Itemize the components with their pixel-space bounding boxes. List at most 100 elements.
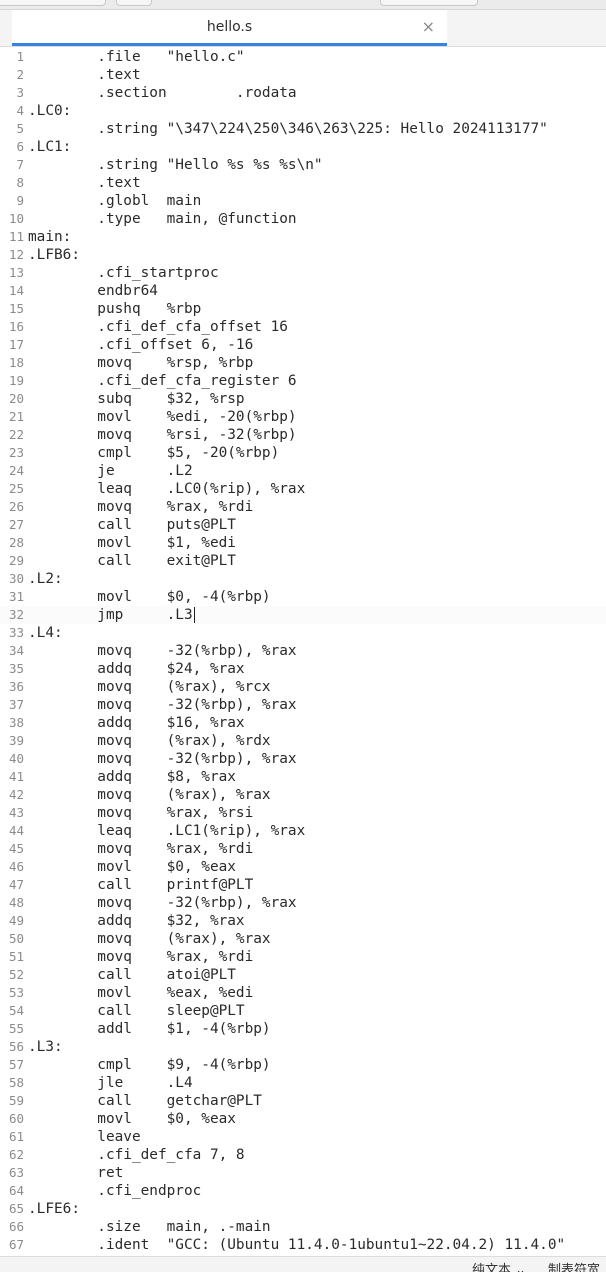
code-line[interactable]: 25 leaq .LC0(%rip), %rax xyxy=(0,480,606,498)
code-line[interactable]: 48 movq -32(%rbp), %rax xyxy=(0,894,606,912)
code-text[interactable]: movl $0, -4(%rbp) xyxy=(28,588,270,606)
code-text[interactable]: leaq .LC1(%rip), %rax xyxy=(28,822,305,840)
code-line[interactable]: 18 movq %rsp, %rbp xyxy=(0,354,606,372)
code-line[interactable]: 44 leaq .LC1(%rip), %rax xyxy=(0,822,606,840)
code-line[interactable]: 40 movq -32(%rbp), %rax xyxy=(0,750,606,768)
code-text[interactable]: cmpl $5, -20(%rbp) xyxy=(28,444,279,462)
toolbar-button-cutoff[interactable] xyxy=(0,0,106,6)
code-text[interactable]: movq (%rax), %rdx xyxy=(28,732,270,750)
code-text[interactable]: leaq .LC0(%rip), %rax xyxy=(28,480,305,498)
code-line[interactable]: 20 subq $32, %rsp xyxy=(0,390,606,408)
code-line[interactable]: 49 addq $32, %rax xyxy=(0,912,606,930)
code-editor[interactable]: 1 .file "hello.c" 2 .text 3 .section .roda… xyxy=(0,47,606,1256)
code-text[interactable]: movq %rax, %rdi xyxy=(28,948,253,966)
code-line[interactable]: 26 movq %rax, %rdi xyxy=(0,498,606,516)
code-line[interactable]: 11 main: xyxy=(0,228,606,246)
code-text[interactable]: .cfi_offset 6, -16 xyxy=(28,336,253,354)
code-text[interactable]: addq $32, %rax xyxy=(28,912,244,930)
code-line[interactable]: 39 movq (%rax), %rdx xyxy=(0,732,606,750)
code-text[interactable]: call atoi@PLT xyxy=(28,966,236,984)
code-line[interactable]: 51 movq %rax, %rdi xyxy=(0,948,606,966)
code-line[interactable]: 50 movq (%rax), %rax xyxy=(0,930,606,948)
code-line[interactable]: 1 .file "hello.c" xyxy=(0,48,606,66)
code-line[interactable]: 41 addq $8, %rax xyxy=(0,768,606,786)
tab-width-selector[interactable]: 制表符宽 xyxy=(548,1259,600,1272)
code-text[interactable]: jmp .L3 xyxy=(28,606,192,624)
code-line[interactable]: 31 movl $0, -4(%rbp) xyxy=(0,588,606,606)
close-icon[interactable]: × xyxy=(422,17,435,36)
code-line[interactable]: 60 movl $0, %eax xyxy=(0,1110,606,1128)
code-line[interactable]: 54 call sleep@PLT xyxy=(0,1002,606,1020)
code-line[interactable]: 43 movq %rax, %rsi xyxy=(0,804,606,822)
code-line[interactable]: 63 ret xyxy=(0,1164,606,1182)
code-text[interactable]: movl %eax, %edi xyxy=(28,984,253,1002)
code-text[interactable]: .ident "GCC: (Ubuntu 11.4.0-1ubuntu1~22.… xyxy=(28,1236,565,1254)
code-line[interactable]: 14 endbr64 xyxy=(0,282,606,300)
tab-hello-s[interactable]: hello.s × xyxy=(12,10,447,46)
code-line[interactable]: 65 .LFE6: xyxy=(0,1200,606,1218)
toolbar-button-cutoff[interactable] xyxy=(116,0,152,6)
code-text[interactable]: movl $0, %eax xyxy=(28,858,236,876)
code-line[interactable]: 57 cmpl $9, -4(%rbp) xyxy=(0,1056,606,1074)
code-text[interactable]: movq (%rax), %rax xyxy=(28,786,270,804)
code-line[interactable]: 4 .LC0: xyxy=(0,102,606,120)
code-text[interactable]: cmpl $9, -4(%rbp) xyxy=(28,1056,270,1074)
code-line[interactable]: 55 addl $1, -4(%rbp) xyxy=(0,1020,606,1038)
code-text[interactable]: je .L2 xyxy=(28,462,192,480)
code-line[interactable]: 10 .type main, @function xyxy=(0,210,606,228)
code-text[interactable]: call puts@PLT xyxy=(28,516,236,534)
code-text[interactable]: .cfi_endproc xyxy=(28,1182,201,1200)
code-line[interactable]: 2 .text xyxy=(0,66,606,84)
code-text[interactable]: movq -32(%rbp), %rax xyxy=(28,894,296,912)
code-line[interactable]: 30 .L2: xyxy=(0,570,606,588)
code-text[interactable]: movl $1, %edi xyxy=(28,534,236,552)
toolbar-button-cutoff[interactable] xyxy=(380,0,478,6)
code-text[interactable]: ret xyxy=(28,1164,123,1182)
code-text[interactable]: jle .L4 xyxy=(28,1074,192,1092)
code-line[interactable]: 59 call getchar@PLT xyxy=(0,1092,606,1110)
code-text[interactable]: movq (%rax), %rcx xyxy=(28,678,270,696)
code-text[interactable]: .cfi_def_cfa_register 6 xyxy=(28,372,296,390)
code-line[interactable]: 53 movl %eax, %edi xyxy=(0,984,606,1002)
code-line[interactable]: 8 .text xyxy=(0,174,606,192)
code-line[interactable]: 34 movq -32(%rbp), %rax xyxy=(0,642,606,660)
code-text[interactable]: addq $16, %rax xyxy=(28,714,244,732)
code-text[interactable]: movq (%rax), %rax xyxy=(28,930,270,948)
code-text[interactable]: call exit@PLT xyxy=(28,552,236,570)
code-text[interactable]: .size main, .-main xyxy=(28,1218,270,1236)
code-text[interactable]: movl $0, %eax xyxy=(28,1110,236,1128)
code-line[interactable]: 22 movq %rsi, -32(%rbp) xyxy=(0,426,606,444)
code-text[interactable]: subq $32, %rsp xyxy=(28,390,244,408)
code-line[interactable]: 27 call puts@PLT xyxy=(0,516,606,534)
code-line[interactable]: 61 leave xyxy=(0,1128,606,1146)
code-text[interactable]: movl %edi, -20(%rbp) xyxy=(28,408,296,426)
code-text[interactable]: .cfi_def_cfa 7, 8 xyxy=(28,1146,244,1164)
code-line[interactable]: 45 movq %rax, %rdi xyxy=(0,840,606,858)
code-line[interactable]: 42 movq (%rax), %rax xyxy=(0,786,606,804)
code-text[interactable]: .L2: xyxy=(28,570,63,588)
code-line[interactable]: 56 .L3: xyxy=(0,1038,606,1056)
code-text[interactable]: .cfi_def_cfa_offset 16 xyxy=(28,318,288,336)
code-text[interactable]: call getchar@PLT xyxy=(28,1092,262,1110)
code-text[interactable]: movq %rsp, %rbp xyxy=(28,354,253,372)
code-text[interactable]: .text xyxy=(28,66,140,84)
code-line[interactable]: 58 jle .L4 xyxy=(0,1074,606,1092)
code-text[interactable]: .string "Hello %s %s %s\n" xyxy=(28,156,322,174)
code-line[interactable]: 47 call printf@PLT xyxy=(0,876,606,894)
code-text[interactable]: .LC1: xyxy=(28,138,71,156)
code-line[interactable]: 19 .cfi_def_cfa_register 6 xyxy=(0,372,606,390)
code-line[interactable]: 9 .globl main xyxy=(0,192,606,210)
code-line[interactable]: 64 .cfi_endproc xyxy=(0,1182,606,1200)
language-selector[interactable]: 纯文本 ⌄ xyxy=(472,1259,526,1272)
code-text[interactable]: addq $24, %rax xyxy=(28,660,244,678)
code-line[interactable]: 36 movq (%rax), %rcx xyxy=(0,678,606,696)
code-text[interactable]: movq -32(%rbp), %rax xyxy=(28,642,296,660)
code-line[interactable]: 46 movl $0, %eax xyxy=(0,858,606,876)
code-line[interactable]: 29 call exit@PLT xyxy=(0,552,606,570)
code-line[interactable]: 52 call atoi@PLT xyxy=(0,966,606,984)
code-line[interactable]: 17 .cfi_offset 6, -16 xyxy=(0,336,606,354)
code-text[interactable]: movq %rsi, -32(%rbp) xyxy=(28,426,296,444)
code-line[interactable]: 35 addq $24, %rax xyxy=(0,660,606,678)
code-line[interactable]: 67 .ident "GCC: (Ubuntu 11.4.0-1ubuntu1~… xyxy=(0,1236,606,1254)
code-text[interactable]: .string "\347\224\250\346\263\225: Hello… xyxy=(28,120,548,138)
